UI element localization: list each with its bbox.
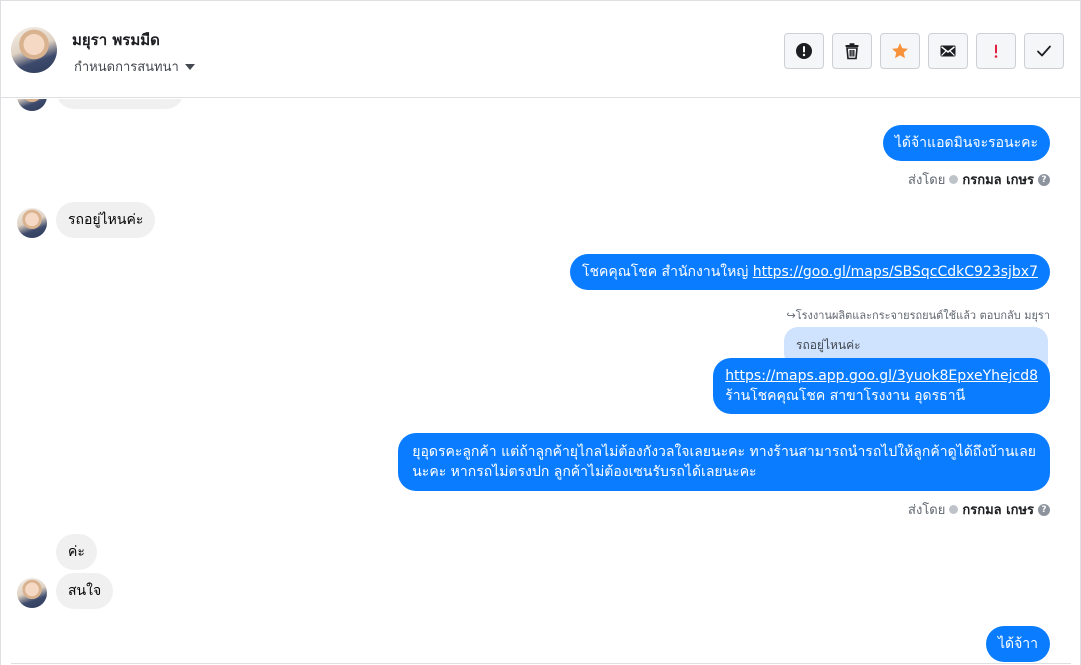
spam-icon bbox=[796, 43, 812, 59]
sent-by-prefix: ส่งโดย bbox=[908, 173, 946, 188]
message-bubble-incoming[interactable]: ค่ะ bbox=[56, 534, 97, 570]
reply-hint: ↪โรงงานผลิตและกระจายรถยนต์ใช้แล้ว ตอบกลั… bbox=[786, 309, 1051, 322]
reply-hint-text: โรงงานผลิตและกระจายรถยนต์ใช้แล้ว ตอบกลับ… bbox=[795, 309, 1050, 322]
message-bubble-outgoing[interactable]: https://maps.app.goo.gl/3yuok8EpxeYhejcd… bbox=[713, 358, 1050, 414]
action-toolbar bbox=[784, 33, 1064, 69]
star-button[interactable] bbox=[880, 33, 920, 69]
composer-divider bbox=[11, 663, 1071, 664]
sender-avatar-icon bbox=[949, 175, 959, 184]
sender-name[interactable]: กรกมล เกษร bbox=[962, 169, 1034, 190]
contact-avatar-small bbox=[17, 99, 47, 111]
message-bubble-incoming[interactable]: รถอยู่ไหนค่ะ bbox=[56, 202, 156, 238]
mark-spam-button[interactable] bbox=[784, 33, 824, 69]
message-bubble-outgoing[interactable]: ยุอุดรคะลูกค้า แต่ถ้าลูกค้ายุไกลไม่ต้องก… bbox=[398, 433, 1050, 491]
message-text: ร้านโชคคุณโชค สาขาโรงงาน อุดรธานี bbox=[725, 388, 966, 404]
sent-by-info: ส่งโดย กรกมล เกษร ? bbox=[908, 169, 1050, 190]
assign-conversation-dropdown[interactable]: กำหนดการสนทนา bbox=[74, 56, 195, 77]
mark-done-button[interactable] bbox=[1024, 33, 1064, 69]
message-text-line: ยุอุดรคะลูกค้า แต่ถ้าลูกค้ายุไกลไม่ต้องก… bbox=[412, 444, 1036, 460]
message-bubble-incoming-partial[interactable] bbox=[56, 99, 184, 109]
mark-important-button[interactable] bbox=[976, 33, 1016, 69]
conversation-header: มยุรา พรมมืด กำหนดการสนทนา bbox=[1, 1, 1080, 98]
contact-name[interactable]: มยุรา พรมมืด bbox=[72, 28, 160, 52]
message-text-line: นะคะ หากรถไม่ตรงปก ลูกค้าไม่ต้องเซนรับรถ… bbox=[412, 464, 757, 480]
star-icon bbox=[892, 43, 908, 59]
sent-by-info: ส่งโดย กรกมล เกษร ? bbox=[908, 499, 1050, 520]
delete-button[interactable] bbox=[832, 33, 872, 69]
conversation-window: มยุรา พรมมืด กำหนดการสนทนา ได้จ้าแอดมินจ… bbox=[0, 0, 1081, 665]
message-bubble-outgoing[interactable]: ได้จ้าแอดมินจะรอนะคะ bbox=[882, 125, 1050, 161]
message-bubble-outgoing[interactable]: ได้จ้าา bbox=[985, 626, 1050, 662]
caret-down-icon bbox=[184, 64, 195, 70]
help-icon[interactable]: ? bbox=[1038, 173, 1050, 186]
contact-avatar-small bbox=[17, 208, 47, 238]
mark-unread-button[interactable] bbox=[928, 33, 968, 69]
message-text: โชคคุณโชค สำนักงานใหญ่ bbox=[581, 264, 753, 280]
check-icon bbox=[1037, 45, 1051, 57]
assign-label: กำหนดการสนทนา bbox=[74, 60, 179, 75]
sender-name[interactable]: กรกมล เกษร bbox=[962, 499, 1034, 520]
contact-avatar-small bbox=[17, 578, 47, 608]
mail-icon bbox=[940, 45, 956, 57]
message-link[interactable]: https://goo.gl/maps/SBSqcCdkC923sjbx7 bbox=[753, 264, 1038, 280]
message-bubble-incoming[interactable]: สนใจ bbox=[56, 573, 114, 609]
sender-avatar-icon bbox=[949, 505, 959, 514]
message-bubble-outgoing[interactable]: โชคคุณโชค สำนักงานใหญ่ https://goo.gl/ma… bbox=[569, 254, 1050, 290]
sent-by-prefix: ส่งโดย bbox=[908, 503, 946, 518]
trash-icon bbox=[845, 43, 859, 60]
help-icon[interactable]: ? bbox=[1038, 503, 1050, 516]
important-icon bbox=[994, 44, 998, 58]
message-link[interactable]: https://maps.app.goo.gl/3yuok8EpxeYhejcd… bbox=[725, 366, 1038, 386]
contact-avatar[interactable] bbox=[11, 27, 57, 73]
message-list[interactable]: ได้จ้าแอดมินจะรอนะคะ ส่งโดย กรกมล เกษร ?… bbox=[1, 99, 1080, 663]
